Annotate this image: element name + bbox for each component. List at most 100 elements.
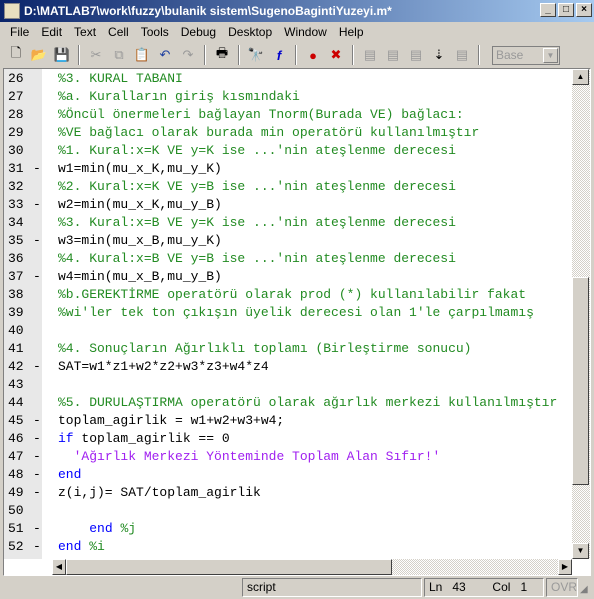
scroll-right-button[interactable]: ▶ — [558, 559, 572, 575]
new-file-icon[interactable]: 🗋 — [6, 45, 26, 65]
line-number: 46 — [8, 430, 24, 446]
cut-icon[interactable]: ✂ — [86, 45, 106, 65]
redo-icon[interactable]: ↷ — [178, 45, 198, 65]
code-line[interactable]: 27 %a. Kuralların giriş kısmındaki — [4, 87, 572, 105]
function-icon[interactable]: f — [269, 45, 289, 65]
code-line[interactable]: 42- SAT=w1*z1+w2*z2+w3*z3+w4*z4 — [4, 357, 572, 375]
breakpoint-marker[interactable]: - — [30, 431, 58, 446]
menu-desktop[interactable]: Desktop — [222, 25, 278, 39]
code-keyword: end — [58, 466, 82, 482]
breakpoint-marker[interactable]: - — [30, 413, 58, 428]
code-line[interactable]: 38 %b.GEREKTİRME operatörü olarak prod (*… — [4, 285, 572, 303]
breakpoint-marker[interactable]: - — [30, 485, 58, 500]
close-button[interactable]: × — [576, 3, 592, 17]
line-number: 29 — [8, 124, 24, 140]
code-comment: %Öncül önermeleri bağlayan Tnorm(Burada … — [58, 106, 464, 122]
breakpoint-marker[interactable]: - — [30, 161, 58, 176]
clear-breakpoints-icon[interactable]: ✖ — [326, 45, 346, 65]
maximize-button[interactable]: □ — [558, 3, 574, 17]
breakpoint-marker[interactable]: - — [30, 269, 58, 284]
paste-icon[interactable]: 📋 — [132, 45, 152, 65]
code-line[interactable]: 47- 'Ağırlık Merkezi Yönteminde Toplam A… — [4, 447, 572, 465]
breakpoint-marker[interactable]: - — [30, 467, 58, 482]
code-line[interactable]: 46- if toplam_agirlik == 0 — [4, 429, 572, 447]
line-number: 51 — [8, 520, 24, 536]
copy-icon[interactable]: ⧉ — [109, 45, 129, 65]
menu-window[interactable]: Window — [278, 25, 333, 39]
menu-help[interactable]: Help — [333, 25, 370, 39]
breakpoint-marker[interactable]: - — [30, 197, 58, 212]
undo-icon[interactable]: ↶ — [155, 45, 175, 65]
code-line[interactable]: 51- end %j — [4, 519, 572, 537]
scroll-up-button[interactable]: ▲ — [572, 69, 589, 85]
line-number: 27 — [8, 88, 24, 104]
code-editor[interactable]: 26 %3. KURAL TABANI 27 %a. Kuralların giriş… — [3, 68, 591, 576]
breakpoint-marker[interactable]: - — [30, 233, 58, 248]
line-number: 35 — [8, 232, 24, 248]
step-icon[interactable]: ▤ — [360, 45, 380, 65]
breakpoint-marker[interactable]: - — [30, 521, 58, 536]
code-comment: %5. DURULAŞTIRMA operatörü olarak ağırlı… — [58, 394, 558, 410]
save-icon[interactable]: 💾 — [52, 45, 72, 65]
line-number: 50 — [8, 502, 24, 518]
code-line[interactable]: 29 %VE bağlacı olarak burada min operatör… — [4, 123, 572, 141]
code-line[interactable]: 49- z(i,j)= SAT/toplam_agirlik — [4, 483, 572, 501]
toolbar: 🗋 📂 💾 ✂ ⧉ 📋 ↶ ↷ 🖶 🔭 f ● ✖ ▤ ▤ ▤ ⇣ ▤ Base… — [0, 42, 594, 68]
horizontal-scrollbar[interactable]: ◀ ▶ — [52, 559, 572, 575]
code-line[interactable]: 40 — [4, 321, 572, 339]
code-comment: %3. KURAL TABANI — [58, 70, 183, 86]
exit-debug-icon[interactable]: ▤ — [452, 45, 472, 65]
code-line[interactable]: 37- w4=min(mu_x_B,mu_y_B) — [4, 267, 572, 285]
menu-cell[interactable]: Cell — [102, 25, 135, 39]
code-line[interactable]: 28 %Öncül önermeleri bağlayan Tnorm(Burad… — [4, 105, 572, 123]
resize-grip-icon[interactable]: ◢ — [580, 584, 588, 595]
code-line[interactable]: 39 %wi'ler tek ton çıkışın üyelik dereces… — [4, 303, 572, 321]
code-line[interactable]: 45- toplam_agirlik = w1+w2+w3+w4; — [4, 411, 572, 429]
menu-text[interactable]: Text — [68, 25, 102, 39]
menu-tools[interactable]: Tools — [135, 25, 175, 39]
line-number: 28 — [8, 106, 24, 122]
code-line[interactable]: 33- w2=min(mu_x_K,mu_y_B) — [4, 195, 572, 213]
code-line[interactable]: 30 %1. Kural:x=K VE y=K ise ...'nin ateşl… — [4, 141, 572, 159]
breakpoint-marker[interactable]: - — [30, 449, 58, 464]
code-line[interactable]: 48- end — [4, 465, 572, 483]
code-line[interactable]: 32 %2. Kural:x=K VE y=B ise ...'nin ateşl… — [4, 177, 572, 195]
scroll-left-button[interactable]: ◀ — [52, 559, 66, 575]
code-line[interactable]: 44 %5. DURULAŞTIRMA operatörü olarak ağır… — [4, 393, 572, 411]
line-number: 52 — [8, 538, 24, 554]
breakpoint-marker[interactable]: - — [30, 359, 58, 374]
ln-value: 43 — [452, 580, 466, 594]
print-icon[interactable]: 🖶 — [212, 45, 232, 65]
breakpoint-marker[interactable]: - — [30, 539, 58, 554]
code-line[interactable]: 41 %4. Sonuçların Ağırlıklı toplamı (Birl… — [4, 339, 572, 357]
vertical-scrollbar[interactable]: ▲ ▼ — [572, 69, 590, 559]
step-in-icon[interactable]: ▤ — [383, 45, 403, 65]
stack-select[interactable]: Base ▼ — [492, 45, 560, 65]
open-folder-icon[interactable]: 📂 — [29, 45, 49, 65]
code-line[interactable]: 26 %3. KURAL TABANI — [4, 69, 572, 87]
vertical-scroll-thumb[interactable] — [572, 277, 589, 485]
code-line[interactable]: 52- end %i — [4, 537, 572, 555]
code-text: toplam_agirlik = w1+w2+w3+w4; — [58, 412, 285, 428]
step-out-icon[interactable]: ▤ — [406, 45, 426, 65]
code-line[interactable]: 43 — [4, 375, 572, 393]
code-line[interactable]: 34 %3. Kural:x=B VE y=K ise ...'nin ateşl… — [4, 213, 572, 231]
code-line[interactable]: 35- w3=min(mu_x_B,mu_y_K) — [4, 231, 572, 249]
menu-file[interactable]: File — [4, 25, 35, 39]
horizontal-scroll-thumb[interactable] — [66, 559, 392, 575]
continue-icon[interactable]: ⇣ — [429, 45, 449, 65]
scroll-down-button[interactable]: ▼ — [572, 543, 589, 559]
chevron-down-icon[interactable]: ▼ — [543, 47, 558, 63]
toolbar-separator — [478, 45, 480, 65]
code-line[interactable]: 36 %4. Kural:x=B VE y=B ise ...'nin ateşl… — [4, 249, 572, 267]
code-line[interactable]: 31- w1=min(mu_x_K,mu_y_K) — [4, 159, 572, 177]
line-number: 41 — [8, 340, 24, 356]
find-icon[interactable]: 🔭 — [246, 45, 266, 65]
set-breakpoint-icon[interactable]: ● — [303, 45, 323, 65]
code-line[interactable]: 50 — [4, 501, 572, 519]
code-comment: %i — [89, 538, 105, 554]
toolbar-separator — [238, 45, 240, 65]
menu-debug[interactable]: Debug — [175, 25, 222, 39]
minimize-button[interactable]: _ — [540, 3, 556, 17]
menu-edit[interactable]: Edit — [35, 25, 68, 39]
